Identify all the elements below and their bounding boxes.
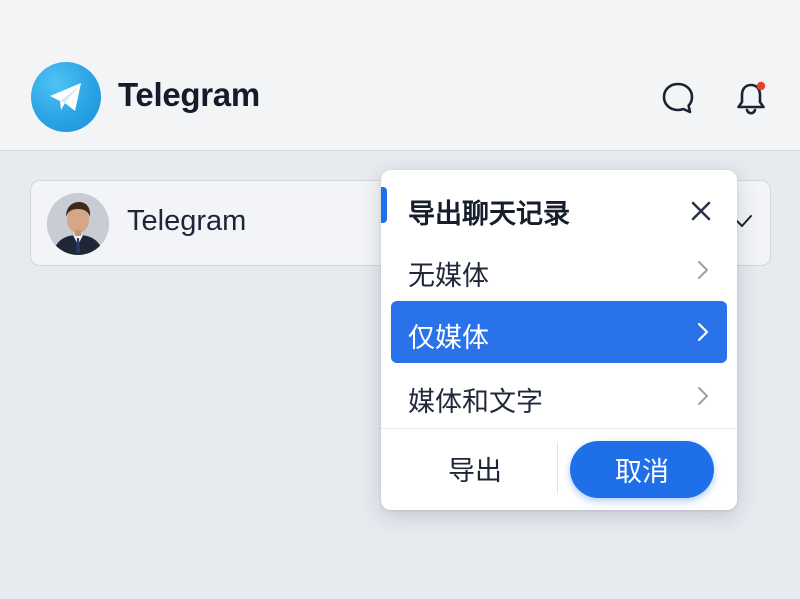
close-icon[interactable]	[684, 194, 718, 228]
telegram-logo-icon[interactable]	[31, 62, 101, 132]
option-label: 仅媒体	[408, 323, 489, 354]
paper-plane-icon	[50, 83, 81, 111]
chat-bubble-icon[interactable]	[659, 79, 697, 117]
option-media-only[interactable]: 仅媒体	[391, 301, 727, 363]
export-button[interactable]: 导出	[407, 442, 543, 494]
chevron-right-icon	[698, 261, 708, 279]
bell-icon[interactable]	[732, 79, 770, 117]
button-divider	[557, 442, 558, 494]
app-header: Telegram	[0, 0, 800, 151]
chat-name: Telegram	[127, 205, 247, 237]
title-accent-bar	[381, 187, 387, 223]
check-icon	[734, 211, 754, 231]
divider	[381, 428, 737, 429]
avatar[interactable]	[47, 193, 109, 255]
export-chat-dialog: 导出聊天记录 无媒体 仅媒体 媒体和文字 导出 取消	[381, 170, 737, 510]
notification-dot	[756, 81, 766, 91]
dialog-title: 导出聊天记录	[408, 199, 570, 230]
option-media-and-text[interactable]: 媒体和文字	[391, 365, 727, 427]
option-no-media[interactable]: 无媒体	[391, 239, 727, 301]
option-label: 无媒体	[408, 261, 489, 292]
option-label: 媒体和文字	[408, 387, 543, 418]
chevron-right-icon	[697, 322, 709, 342]
app-title: Telegram	[118, 76, 260, 113]
chevron-right-icon	[698, 387, 708, 405]
cancel-button[interactable]: 取消	[570, 441, 714, 498]
